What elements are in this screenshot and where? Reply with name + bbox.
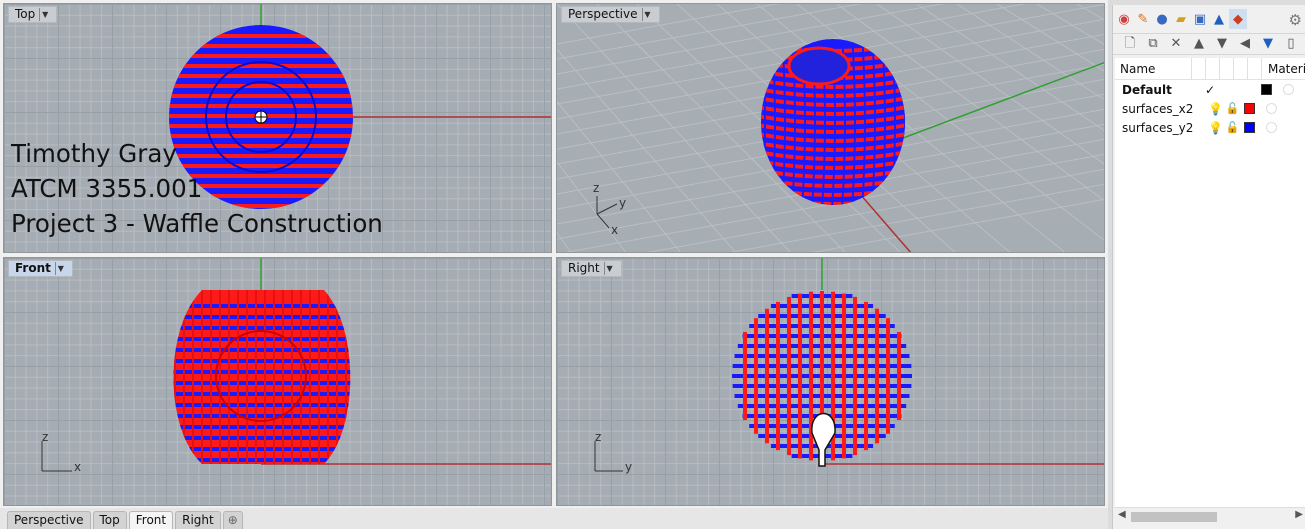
tab-perspective[interactable]: Perspective bbox=[7, 511, 91, 529]
axis-triad: z y bbox=[594, 430, 632, 474]
add-viewport-icon[interactable]: ⊕ bbox=[222, 511, 243, 529]
new-layer-icon[interactable]: 🗋 bbox=[1120, 35, 1140, 53]
layer-list: Default ✓ surfaces_x2 💡 🔓 surfaces_y2 💡 … bbox=[1115, 80, 1305, 513]
named-views-icon[interactable]: ▣ bbox=[1191, 9, 1209, 29]
perspective-drawing: z y x bbox=[593, 39, 1104, 252]
layer-name: surfaces_y2 bbox=[1122, 120, 1194, 135]
author-name: Timothy Gray bbox=[11, 139, 177, 168]
horizontal-scrollbar[interactable]: ◀ ▶ bbox=[1115, 507, 1305, 525]
axis-z-label: z bbox=[593, 181, 599, 195]
viewport-top[interactable]: Top ▼ Timothy Gray ATCM 3355.001 Project… bbox=[3, 3, 552, 253]
scrollbar-thumb[interactable] bbox=[1131, 512, 1217, 522]
layers-folder-icon[interactable]: ▰ bbox=[1172, 9, 1190, 29]
chevron-down-icon[interactable]: ▼ bbox=[39, 8, 50, 21]
layer-name: Default bbox=[1122, 82, 1172, 97]
viewport-tabs: Perspective Top Front Right ⊕ bbox=[0, 508, 1108, 529]
unlock-icon[interactable]: 🔓 bbox=[1224, 99, 1241, 118]
axis-triad: z x bbox=[41, 430, 81, 474]
gear-icon[interactable]: ⚙ bbox=[1289, 11, 1302, 29]
materials-icon[interactable]: ● bbox=[1153, 9, 1171, 29]
layers-tab-icon[interactable]: ◆ bbox=[1229, 9, 1247, 29]
viewport-front-title: Front bbox=[15, 261, 51, 275]
layer-color-swatch[interactable] bbox=[1241, 99, 1258, 118]
viewport-front[interactable]: Front ▼ z x bbox=[3, 257, 552, 506]
axis-x-label: x bbox=[611, 223, 618, 237]
layer-row-surfaces-x2[interactable]: surfaces_x2 💡 🔓 bbox=[1115, 99, 1305, 118]
viewport-top-label[interactable]: Top ▼ bbox=[8, 6, 58, 23]
axis-triad: z y x bbox=[593, 181, 626, 237]
axis-x-label: x bbox=[74, 460, 81, 474]
panel-tab-strip: ◉ ✎ ● ▰ ▣ ▲ ◆ bbox=[1113, 9, 1247, 31]
axis-z-label: z bbox=[595, 430, 601, 444]
display-icon[interactable]: ✎ bbox=[1134, 9, 1152, 29]
layers-panel: ◉ ✎ ● ▰ ▣ ▲ ◆ ⚙ 🗋 ⧉ ✕ ▲ ▼ ◀ ▼ ▯ Name Mat… bbox=[1112, 5, 1305, 529]
material-icon[interactable] bbox=[1266, 103, 1277, 114]
notifications-icon[interactable]: ▲ bbox=[1210, 9, 1228, 29]
lightbulb-icon[interactable]: 💡 bbox=[1207, 118, 1224, 137]
viewport-top-title: Top bbox=[15, 7, 36, 21]
col-name[interactable]: Name bbox=[1115, 62, 1191, 76]
chevron-down-icon[interactable]: ▼ bbox=[603, 262, 615, 275]
chevron-down-icon[interactable]: ▼ bbox=[54, 262, 66, 275]
scroll-right-icon[interactable]: ▶ bbox=[1295, 509, 1303, 520]
viewport-perspective-title: Perspective bbox=[568, 7, 638, 21]
tab-front[interactable]: Front bbox=[128, 511, 174, 529]
author-overlay: Timothy Gray ATCM 3355.001 Project 3 - W… bbox=[11, 136, 383, 241]
properties-icon[interactable]: ◉ bbox=[1115, 9, 1133, 29]
move-up-icon[interactable]: ▲ bbox=[1189, 35, 1209, 53]
delete-layer-icon[interactable]: ✕ bbox=[1166, 35, 1186, 53]
layer-color-swatch[interactable] bbox=[1241, 118, 1258, 137]
viewport-right-label[interactable]: Right ▼ bbox=[561, 260, 622, 277]
layer-row-default[interactable]: Default ✓ bbox=[1115, 80, 1305, 99]
viewport-perspective[interactable]: Perspective ▼ z y x bbox=[556, 3, 1105, 253]
lightbulb-icon[interactable]: 💡 bbox=[1207, 99, 1224, 118]
viewport-front-label[interactable]: Front ▼ bbox=[8, 260, 73, 277]
material-icon[interactable] bbox=[1283, 84, 1294, 95]
move-down-icon[interactable]: ▼ bbox=[1212, 35, 1232, 53]
move-left-icon[interactable]: ◀ bbox=[1235, 35, 1255, 53]
layer-color-swatch[interactable] bbox=[1258, 80, 1275, 99]
unlock-icon[interactable]: 🔓 bbox=[1224, 118, 1241, 137]
col-material[interactable]: Materi bbox=[1260, 57, 1305, 80]
course-code: ATCM 3355.001 bbox=[11, 174, 203, 203]
layer-name: surfaces_x2 bbox=[1122, 101, 1194, 116]
current-check[interactable]: ✓ bbox=[1196, 80, 1224, 99]
new-sublayer-icon[interactable]: ⧉ bbox=[1143, 35, 1163, 53]
scroll-left-icon[interactable]: ◀ bbox=[1118, 509, 1126, 520]
layer-row-surfaces-y2[interactable]: surfaces_y2 💡 🔓 bbox=[1115, 118, 1305, 137]
layers-toolbar: 🗋 ⧉ ✕ ▲ ▼ ◀ ▼ ▯ bbox=[1113, 33, 1305, 55]
axis-z-label: z bbox=[42, 430, 48, 444]
right-view-drawing: z y bbox=[594, 258, 1104, 474]
layers-header: Name Materi bbox=[1115, 57, 1305, 80]
viewport-perspective-label[interactable]: Perspective ▼ bbox=[561, 6, 660, 23]
material-icon[interactable] bbox=[1266, 122, 1277, 133]
tab-right[interactable]: Right bbox=[175, 511, 221, 529]
viewport-area: Top ▼ Timothy Gray ATCM 3355.001 Project… bbox=[0, 0, 1108, 508]
project-title: Project 3 - Waffle Construction bbox=[11, 209, 383, 238]
rhino-window: Top ▼ Timothy Gray ATCM 3355.001 Project… bbox=[0, 0, 1305, 529]
axis-y-label: y bbox=[619, 196, 626, 210]
front-view-drawing: z x bbox=[41, 258, 551, 474]
tab-top[interactable]: Top bbox=[92, 511, 127, 529]
axis-y-label: y bbox=[625, 460, 632, 474]
viewport-right-title: Right bbox=[568, 261, 600, 275]
layer-options-icon[interactable]: ▯ bbox=[1281, 35, 1301, 53]
chevron-down-icon[interactable]: ▼ bbox=[641, 8, 653, 21]
filter-icon[interactable]: ▼ bbox=[1258, 35, 1278, 53]
viewport-right[interactable]: Right ▼ z y bbox=[556, 257, 1105, 506]
